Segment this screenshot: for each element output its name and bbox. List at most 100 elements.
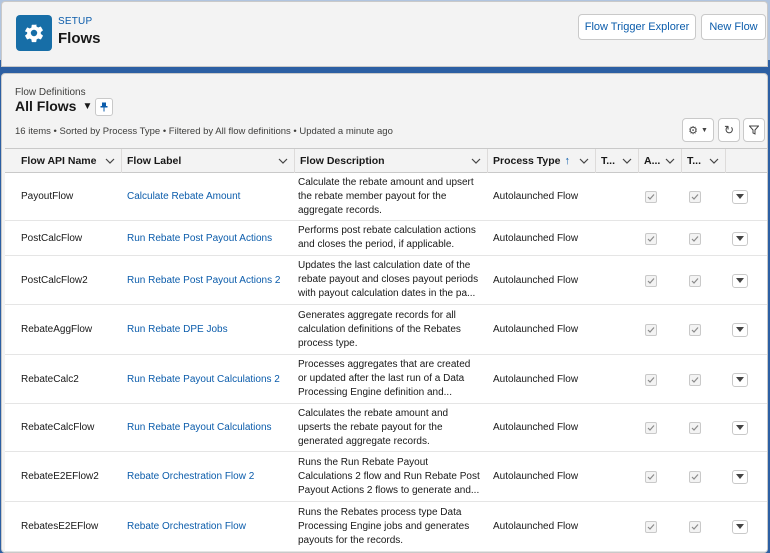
caret-down-icon <box>736 277 744 283</box>
table-row: RebateAggFlow Run Rebate DPE Jobs Generate… <box>5 305 767 355</box>
refresh-button[interactable]: ↻ <box>718 118 740 142</box>
flow-api-name-cell: PostCalcFlow <box>21 232 83 244</box>
chevron-down-icon[interactable] <box>471 156 481 169</box>
flow-label-link[interactable]: Rebate Orchestration Flow <box>127 502 246 551</box>
flow-description-cell: Processes aggregates that are created or … <box>298 355 484 403</box>
page-title: Flows <box>58 30 101 47</box>
page-header: SETUP Flows Flow Trigger Explorer New Fl… <box>1 1 768 67</box>
flow-label-link[interactable]: Run Rebate Payout Calculations <box>127 404 272 451</box>
col-header-t2[interactable]: T... <box>682 149 726 173</box>
description-line: and closes the period, if applicable. <box>298 239 455 250</box>
pin-icon <box>100 102 108 112</box>
col-header-label: T... <box>601 155 616 167</box>
flow-label-link[interactable]: Run Rebate Payout Calculations 2 <box>127 355 280 403</box>
chevron-down-icon[interactable] <box>665 156 675 169</box>
description-line: Calculates the rebate amount and <box>298 407 449 419</box>
template-checkbox <box>689 274 701 287</box>
check-icon <box>647 277 655 284</box>
setup-gear-icon <box>16 15 52 51</box>
setup-breadcrumb[interactable]: SETUP <box>58 16 92 27</box>
active-checkbox <box>645 471 657 483</box>
chevron-down-icon[interactable] <box>622 156 632 169</box>
active-checkbox <box>645 232 657 245</box>
row-actions-button[interactable] <box>732 323 748 337</box>
active-checkbox <box>645 324 657 336</box>
row-actions-button[interactable] <box>732 273 748 288</box>
chevron-down-icon[interactable] <box>709 156 719 169</box>
row-actions-button[interactable] <box>732 520 748 534</box>
list-settings-button[interactable]: ⚙ ▼ <box>682 118 714 142</box>
row-actions-button[interactable] <box>732 421 748 435</box>
list-view-selector[interactable]: All Flows ▼ <box>15 98 92 114</box>
check-icon <box>647 425 655 431</box>
row-actions-button[interactable] <box>732 231 748 246</box>
table-row: RebatesE2EFlow Rebate Orchestration Flow R… <box>5 502 767 552</box>
table-row: RebateCalcFlow Run Rebate Payout Calculat… <box>5 404 767 452</box>
process-type-cell: Autolaunched Flow <box>493 191 579 202</box>
active-checkbox <box>645 422 657 434</box>
col-header-a[interactable]: A... <box>639 149 682 173</box>
check-icon <box>647 194 655 200</box>
col-header-t1[interactable]: T... <box>596 149 639 173</box>
description-line: rebate payout and closes payout periods <box>298 274 479 285</box>
flows-table: Flow API Name Flow Label Flow Descriptio… <box>5 148 767 552</box>
sort-ascending-icon: ↑ <box>564 155 571 167</box>
description-line: upserts the rebate payout for the <box>298 421 443 433</box>
col-header-label: Flow Description <box>300 155 385 167</box>
table-row: PostCalcFlow Run Rebate Post Payout Actio… <box>5 221 767 256</box>
flow-label-link[interactable]: Calculate Rebate Amount <box>127 173 240 220</box>
description-line: Calculate the rebate amount and upsert <box>298 176 474 188</box>
process-type-cell: Autolaunched Flow <box>493 471 579 482</box>
flow-api-name-cell: PayoutFlow <box>21 191 74 202</box>
description-line: the rebate member payout for the <box>298 190 447 202</box>
chevron-down-icon[interactable] <box>579 156 589 169</box>
flow-label-link[interactable]: Run Rebate Post Payout Actions 2 <box>127 256 280 304</box>
new-flow-button[interactable]: New Flow <box>701 14 766 40</box>
flow-label-link[interactable]: Run Rebate DPE Jobs <box>127 305 228 354</box>
template-checkbox <box>689 373 701 386</box>
template-checkbox <box>689 471 701 483</box>
check-icon <box>691 327 699 333</box>
col-header-label[interactable]: Flow Label <box>122 149 295 173</box>
chevron-down-icon[interactable] <box>278 156 288 169</box>
template-checkbox <box>689 521 701 533</box>
process-type-cell: Autolaunched Flow <box>493 373 579 385</box>
chevron-down-icon[interactable] <box>105 156 115 169</box>
flow-label-link[interactable]: Rebate Orchestration Flow 2 <box>127 452 254 501</box>
process-type-cell: Autolaunched Flow <box>493 521 579 532</box>
caret-down-icon: ▼ <box>82 100 93 112</box>
check-icon <box>691 474 699 480</box>
caret-down-icon <box>736 235 744 241</box>
col-header-actions <box>726 149 767 173</box>
filter-button[interactable] <box>743 118 765 142</box>
description-line: Performs post rebate calculation actions <box>298 225 476 236</box>
caret-down-icon <box>736 194 744 199</box>
process-type-cell: Autolaunched Flow <box>493 422 579 433</box>
filter-icon <box>749 125 759 135</box>
check-icon <box>647 327 655 333</box>
process-type-cell: Autolaunched Flow <box>493 274 579 286</box>
col-header-process-type[interactable]: Process Type ↑ <box>488 149 596 173</box>
pin-list-button[interactable] <box>95 98 113 116</box>
description-line: payouts for the records. <box>298 534 404 546</box>
flow-trigger-explorer-button[interactable]: Flow Trigger Explorer <box>578 14 696 40</box>
template-checkbox <box>689 232 701 245</box>
flow-label-link[interactable]: Run Rebate Post Payout Actions <box>127 221 272 255</box>
description-line: Updates the last calculation date of the <box>298 260 471 271</box>
col-header-description[interactable]: Flow Description <box>295 149 488 173</box>
col-header-label: Flow Label <box>127 155 182 167</box>
col-header-label: T... <box>687 155 702 167</box>
flow-description-cell: Runs the Run Rebate Payout Calculations 2… <box>298 452 484 501</box>
row-actions-button[interactable] <box>732 372 748 387</box>
description-line: Runs the Run Rebate Payout <box>298 456 429 468</box>
template-checkbox <box>689 191 701 203</box>
table-header: Flow API Name Flow Label Flow Descriptio… <box>5 149 767 173</box>
check-icon <box>691 524 699 530</box>
col-header-api-name[interactable]: Flow API Name <box>5 149 122 173</box>
row-actions-button[interactable] <box>732 190 748 204</box>
row-actions-button[interactable] <box>732 470 748 484</box>
active-checkbox <box>645 274 657 287</box>
check-icon <box>691 277 699 284</box>
check-icon <box>691 194 699 200</box>
flow-api-name-cell: RebateE2EFlow2 <box>21 471 99 482</box>
